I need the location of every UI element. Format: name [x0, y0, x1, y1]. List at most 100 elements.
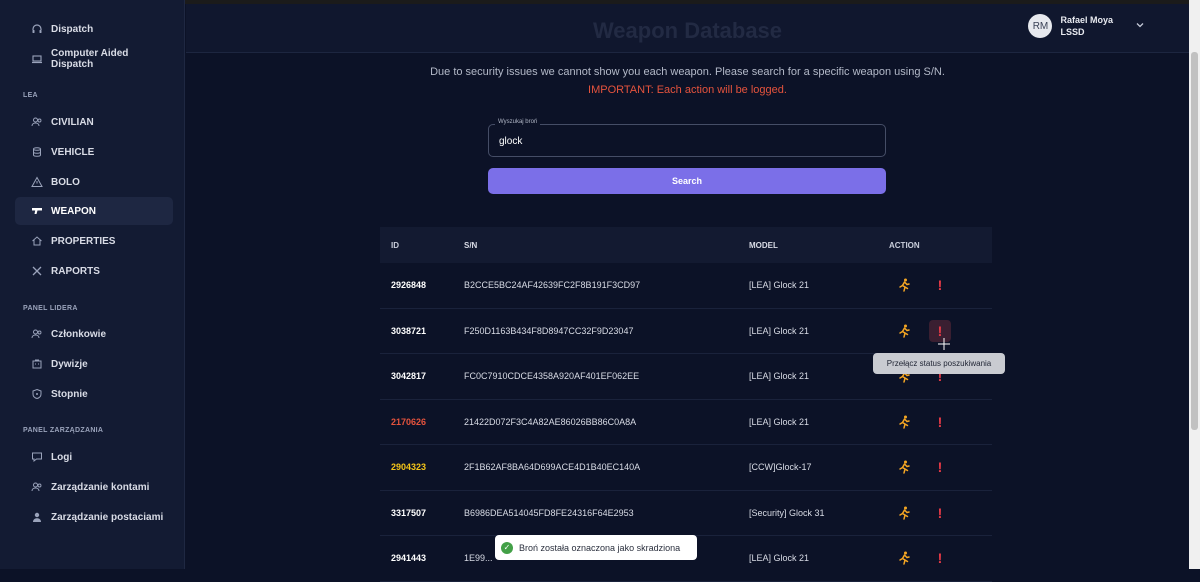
sidebar-item-properties[interactable]: PROPERTIES [15, 227, 173, 255]
sidebar-item-label: RAPORTS [51, 265, 100, 277]
weapon-serial: B6986DEA514045FD8FE24316F64E2953 [464, 507, 634, 518]
weapon-id: 2170626 [391, 416, 427, 427]
row-actions: ! [889, 274, 992, 296]
weapon-id: 2904323 [391, 462, 427, 473]
sidebar-item-dywizje[interactable]: Dywizje [15, 350, 173, 378]
weapon-model: [LEA] Glock 21 [749, 280, 810, 291]
user-unit: LSSD [1060, 27, 1085, 37]
sidebar-item-raports[interactable]: RAPORTS [15, 257, 173, 285]
user-menu[interactable]: RM Rafael Moya LSSD [1028, 14, 1145, 38]
weapon-model: [LEA] Glock 21 [749, 325, 810, 336]
sidebar-item-weapon[interactable]: WEAPON [15, 197, 173, 225]
running-person-icon[interactable] [893, 274, 915, 296]
headset-icon [31, 23, 43, 35]
sidebar-item-bolo[interactable]: BOLO [15, 168, 173, 196]
sidebar-item-label: Logi [51, 451, 73, 463]
sidebar-item-zarzadzanie-postaciami[interactable]: Zarządzanie postaciami [15, 503, 173, 531]
column-header-sn: S/N [464, 240, 478, 250]
search-input[interactable] [497, 133, 867, 149]
table-body: 2926848 B2CCE5BC24AF42639FC2F8B191F3CD97 [… [380, 263, 992, 582]
toast-notification: ✓ Broń została oznaczona jako skradziona [495, 535, 697, 560]
top-header: Weapon Database RM Rafael Moya LSSD [186, 4, 1189, 53]
wanted-toggle-icon[interactable]: ! [929, 547, 951, 569]
scrollbar-thumb[interactable] [1191, 52, 1198, 430]
sidebar-item-czlonkowie[interactable]: Członkowie [15, 320, 173, 348]
running-person-icon[interactable] [893, 502, 915, 524]
chevron-down-icon[interactable] [1135, 20, 1145, 33]
sidebar-item-label: WEAPON [51, 205, 96, 217]
check-circle-icon: ✓ [501, 541, 513, 554]
column-header-model: MODEL [749, 240, 778, 250]
table-header: ID S/N MODEL ACTION [380, 227, 992, 263]
column-header-id: ID [391, 240, 399, 250]
user-info: Rafael Moya LSSD [1060, 14, 1113, 38]
sidebar-item-label: Dywizje [51, 358, 88, 370]
sidebar-item-label: Zarządzanie kontami [51, 481, 150, 493]
wanted-toggle-icon[interactable]: ! [929, 411, 951, 433]
avatar: RM [1028, 14, 1053, 38]
sidebar-item-label: BOLO [51, 176, 80, 188]
sidebar-item-label: PROPERTIES [51, 235, 116, 247]
search-field-label: Wyszukaj broń [495, 119, 541, 125]
running-person-icon[interactable] [893, 411, 915, 433]
person-icon [31, 511, 43, 523]
building-icon [31, 358, 43, 370]
column-header-action: ACTION [889, 240, 920, 250]
toast-message: Broń została oznaczona jako skradziona [519, 542, 681, 553]
sidebar-item-civilian[interactable]: CIVILIAN [15, 108, 173, 136]
running-person-icon[interactable] [893, 456, 915, 478]
sidebar-item-label: Zarządzanie postaciami [51, 511, 164, 523]
weapon-model: [CCW]Glock-17 [749, 462, 812, 473]
sidebar-item-cad[interactable]: Computer Aided Dispatch [15, 45, 173, 73]
users-icon [31, 481, 43, 493]
weapon-id: 3038721 [391, 325, 427, 336]
sidebar-item-dispatch[interactable]: Dispatch [15, 15, 173, 43]
search-field[interactable]: Wyszukaj broń [488, 119, 886, 157]
weapon-model: [LEA] Glock 21 [749, 371, 810, 382]
sidebar-item-logi[interactable]: Logi [15, 443, 173, 471]
wanted-toggle-icon[interactable]: ! [929, 274, 951, 296]
row-actions: ! [889, 547, 992, 569]
weapon-serial: 2F1B62AF8BA64D699ACE4D1B40EC140A [464, 462, 641, 473]
sidebar-section-panel-lidera: PANEL LIDERA [23, 305, 78, 312]
weapon-serial: B2CCE5BC24AF42639FC2F8B191F3CD97 [464, 280, 641, 291]
log-warning: IMPORTANT: Each action will be logged. [588, 84, 787, 96]
weapon-serial: FC0C7910CDCE4358A920AF401EF062EE [464, 371, 640, 382]
sidebar-item-label: Computer Aided Dispatch [51, 48, 129, 70]
wanted-toggle-icon[interactable]: ! [929, 502, 951, 524]
home-icon [31, 235, 43, 247]
sidebar-item-label: Członkowie [51, 328, 107, 340]
search-button[interactable]: Search [488, 168, 886, 194]
sidebar-section-lea: LEA [23, 92, 38, 99]
running-person-icon[interactable] [893, 547, 915, 569]
wanted-toggle-icon[interactable]: ! [929, 456, 951, 478]
shield-icon [31, 388, 43, 400]
sidebar-item-stopnie[interactable]: Stopnie [15, 380, 173, 408]
user-name: Rafael Moya [1060, 15, 1113, 25]
weapon-id: 3042817 [391, 371, 427, 382]
table-row: 3038721 F250D1163B434F8D8947CC32F9D23047 [… [380, 309, 992, 354]
gun-icon [31, 205, 43, 217]
crosshair-cursor-icon [938, 338, 950, 350]
sidebar-item-label: VEHICLE [51, 146, 95, 158]
weapon-serial: F250D1163B434F8D8947CC32F9D23047 [464, 325, 634, 336]
users-icon [31, 328, 43, 340]
sidebar-item-label: Stopnie [51, 388, 88, 400]
row-actions: ! [889, 411, 992, 433]
sidebar-item-vehicle[interactable]: VEHICLE [15, 138, 173, 166]
database-icon [31, 146, 43, 158]
running-person-icon[interactable] [893, 320, 915, 342]
row-actions: ! [889, 502, 992, 524]
weapon-serial: 21422D072F3C4A82AE86026BB86C0A8A [464, 416, 637, 427]
weapon-id: 3317507 [391, 507, 427, 518]
weapon-id: 2926848 [391, 280, 427, 291]
warning-icon [31, 176, 43, 188]
sidebar-item-zarzadzanie-kontami[interactable]: Zarządzanie kontami [15, 473, 173, 501]
table-row: 2904323 2F1B62AF8BA64D699ACE4D1B40EC140A [… [380, 445, 992, 491]
tooltip: Przełącz status poszukiwania [873, 353, 1005, 374]
users-icon [31, 116, 43, 128]
sidebar-item-label: CIVILIAN [51, 116, 94, 128]
weapon-table: ID S/N MODEL ACTION 2926848 B2CCE5BC24AF4… [380, 227, 992, 582]
laptop-icon [31, 53, 43, 65]
wrench-icon [31, 265, 43, 277]
